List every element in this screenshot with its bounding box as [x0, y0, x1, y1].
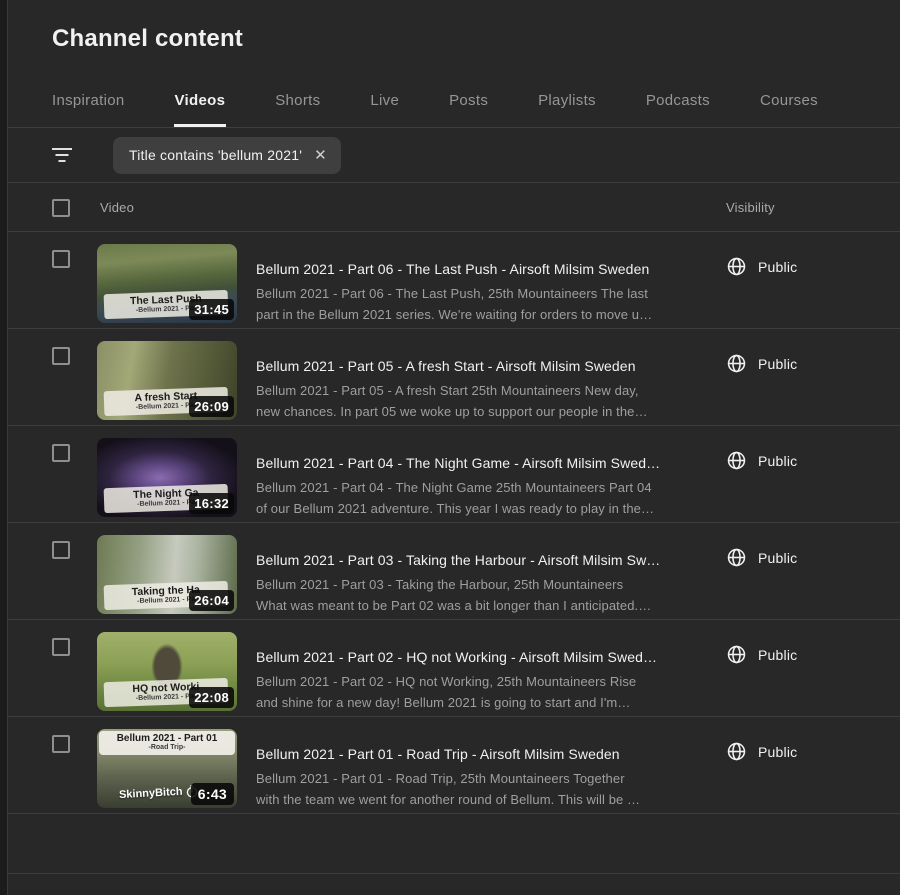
- duration-badge: 22:08: [189, 687, 234, 708]
- table-footer-spacer: [8, 814, 900, 874]
- video-title[interactable]: Bellum 2021 - Part 05 - A fresh Start - …: [256, 356, 726, 376]
- video-meta: Bellum 2021 - Part 02 - HQ not Working -…: [256, 632, 726, 713]
- video-meta: Bellum 2021 - Part 05 - A fresh Start - …: [256, 341, 726, 422]
- video-description: Bellum 2021 - Part 01 - Road Trip, 25th …: [256, 768, 726, 810]
- row-checkbox[interactable]: [52, 638, 70, 656]
- video-description: Bellum 2021 - Part 06 - The Last Push, 2…: [256, 283, 726, 325]
- video-column-header: Video: [70, 200, 726, 215]
- video-thumbnail[interactable]: Taking the Ha -Bellum 2021 - Pa 26:04: [97, 535, 237, 614]
- visibility-label: Public: [758, 356, 797, 372]
- visibility-cell[interactable]: Public: [726, 547, 797, 568]
- video-meta: Bellum 2021 - Part 01 - Road Trip - Airs…: [256, 729, 726, 810]
- video-title[interactable]: Bellum 2021 - Part 03 - Taking the Harbo…: [256, 550, 726, 570]
- channel-content-page: Channel content Inspiration Videos Short…: [0, 0, 900, 895]
- visibility-cell[interactable]: Public: [726, 353, 797, 374]
- tab-shorts[interactable]: Shorts: [275, 92, 320, 127]
- filter-icon[interactable]: [52, 147, 72, 163]
- tab-videos[interactable]: Videos: [175, 92, 226, 127]
- video-meta: Bellum 2021 - Part 04 - The Night Game -…: [256, 438, 726, 519]
- video-title[interactable]: Bellum 2021 - Part 01 - Road Trip - Airs…: [256, 744, 726, 764]
- filter-bar: Title contains 'bellum 2021' ✕: [8, 128, 900, 183]
- visibility-label: Public: [758, 550, 797, 566]
- thumbnail-banner: Bellum 2021 - Part 01 -Road Trip-: [99, 731, 235, 755]
- duration-badge: 26:09: [189, 396, 234, 417]
- video-thumbnail[interactable]: Bellum 2021 - Part 01 -Road Trip- Skinny…: [97, 729, 237, 808]
- tab-posts[interactable]: Posts: [449, 92, 488, 127]
- close-icon[interactable]: ✕: [314, 148, 327, 163]
- visibility-column-header: Visibility: [726, 200, 775, 215]
- filter-chip[interactable]: Title contains 'bellum 2021' ✕: [113, 137, 341, 174]
- tab-live[interactable]: Live: [370, 92, 399, 127]
- video-description: Bellum 2021 - Part 05 - A fresh Start 25…: [256, 380, 726, 422]
- visibility-cell[interactable]: Public: [726, 450, 797, 471]
- select-all-checkbox[interactable]: [52, 199, 70, 217]
- tab-podcasts[interactable]: Podcasts: [646, 92, 710, 127]
- video-description: Bellum 2021 - Part 03 - Taking the Harbo…: [256, 574, 726, 616]
- visibility-label: Public: [758, 453, 797, 469]
- left-rail: [0, 0, 8, 895]
- video-row: Taking the Ha -Bellum 2021 - Pa 26:04 Be…: [8, 523, 900, 620]
- duration-badge: 26:04: [189, 590, 234, 611]
- video-title[interactable]: Bellum 2021 - Part 02 - HQ not Working -…: [256, 647, 726, 667]
- duration-badge: 31:45: [189, 299, 234, 320]
- thumbnail-watermark: SkinnyBitch: [119, 784, 199, 802]
- video-row: The Night Ga -Bellum 2021 - Pa 16:32 Bel…: [8, 426, 900, 523]
- globe-icon: [726, 450, 747, 471]
- page-header: Channel content: [8, 0, 900, 53]
- video-thumbnail[interactable]: HQ not Worki -Bellum 2021 - Par 22:08: [97, 632, 237, 711]
- video-thumbnail[interactable]: The Night Ga -Bellum 2021 - Pa 16:32: [97, 438, 237, 517]
- video-meta: Bellum 2021 - Part 03 - Taking the Harbo…: [256, 535, 726, 616]
- visibility-label: Public: [758, 647, 797, 663]
- row-checkbox[interactable]: [52, 735, 70, 753]
- video-title[interactable]: Bellum 2021 - Part 04 - The Night Game -…: [256, 453, 726, 473]
- globe-icon: [726, 644, 747, 665]
- duration-badge: 16:32: [189, 493, 234, 514]
- row-checkbox[interactable]: [52, 347, 70, 365]
- globe-icon: [726, 547, 747, 568]
- video-meta: Bellum 2021 - Part 06 - The Last Push - …: [256, 244, 726, 325]
- content-tabs: Inspiration Videos Shorts Live Posts Pla…: [8, 92, 900, 128]
- tab-playlists[interactable]: Playlists: [538, 92, 596, 127]
- visibility-label: Public: [758, 744, 797, 760]
- video-title[interactable]: Bellum 2021 - Part 06 - The Last Push - …: [256, 259, 726, 279]
- video-row: The Last Push -Bellum 2021 - Par 31:45 B…: [8, 232, 900, 329]
- globe-icon: [726, 256, 747, 277]
- visibility-cell[interactable]: Public: [726, 644, 797, 665]
- duration-badge: 6:43: [191, 783, 234, 805]
- globe-icon: [726, 353, 747, 374]
- tab-inspiration[interactable]: Inspiration: [52, 92, 125, 127]
- visibility-label: Public: [758, 259, 797, 275]
- row-checkbox[interactable]: [52, 541, 70, 559]
- visibility-cell[interactable]: Public: [726, 256, 797, 277]
- page-title: Channel content: [52, 25, 900, 53]
- video-description: Bellum 2021 - Part 02 - HQ not Working, …: [256, 671, 726, 713]
- video-description: Bellum 2021 - Part 04 - The Night Game 2…: [256, 477, 726, 519]
- tab-courses[interactable]: Courses: [760, 92, 818, 127]
- visibility-cell[interactable]: Public: [726, 741, 797, 762]
- video-row: HQ not Worki -Bellum 2021 - Par 22:08 Be…: [8, 620, 900, 717]
- video-thumbnail[interactable]: The Last Push -Bellum 2021 - Par 31:45: [97, 244, 237, 323]
- filter-chip-label: Title contains 'bellum 2021': [129, 147, 302, 163]
- row-checkbox[interactable]: [52, 444, 70, 462]
- video-row: Bellum 2021 - Part 01 -Road Trip- Skinny…: [8, 717, 900, 814]
- bottom-strip: [8, 874, 900, 891]
- video-row: A fresh Start -Bellum 2021 - Par 26:09 B…: [8, 329, 900, 426]
- row-checkbox[interactable]: [52, 250, 70, 268]
- video-thumbnail[interactable]: A fresh Start -Bellum 2021 - Par 26:09: [97, 341, 237, 420]
- table-header: Video Visibility: [8, 183, 900, 232]
- globe-icon: [726, 741, 747, 762]
